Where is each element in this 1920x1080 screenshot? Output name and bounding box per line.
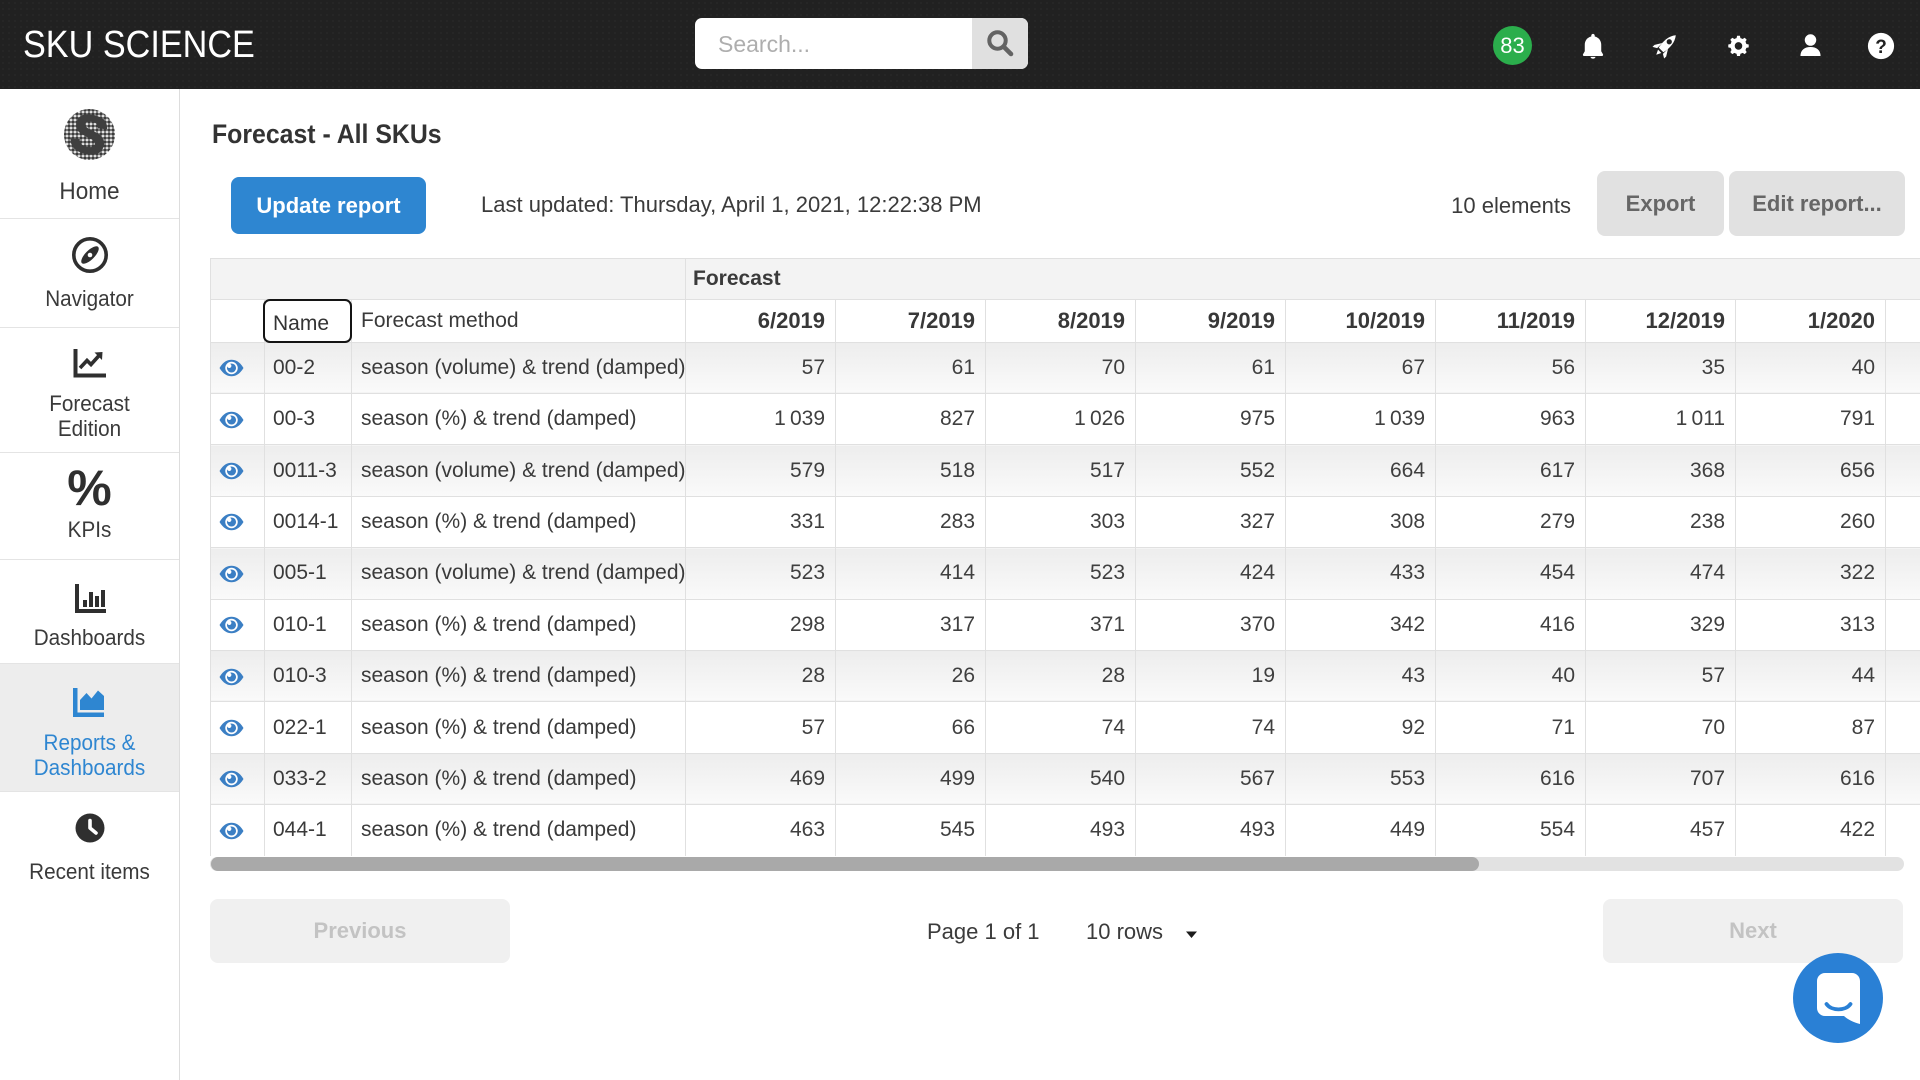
- svg-text:?: ?: [1875, 37, 1887, 58]
